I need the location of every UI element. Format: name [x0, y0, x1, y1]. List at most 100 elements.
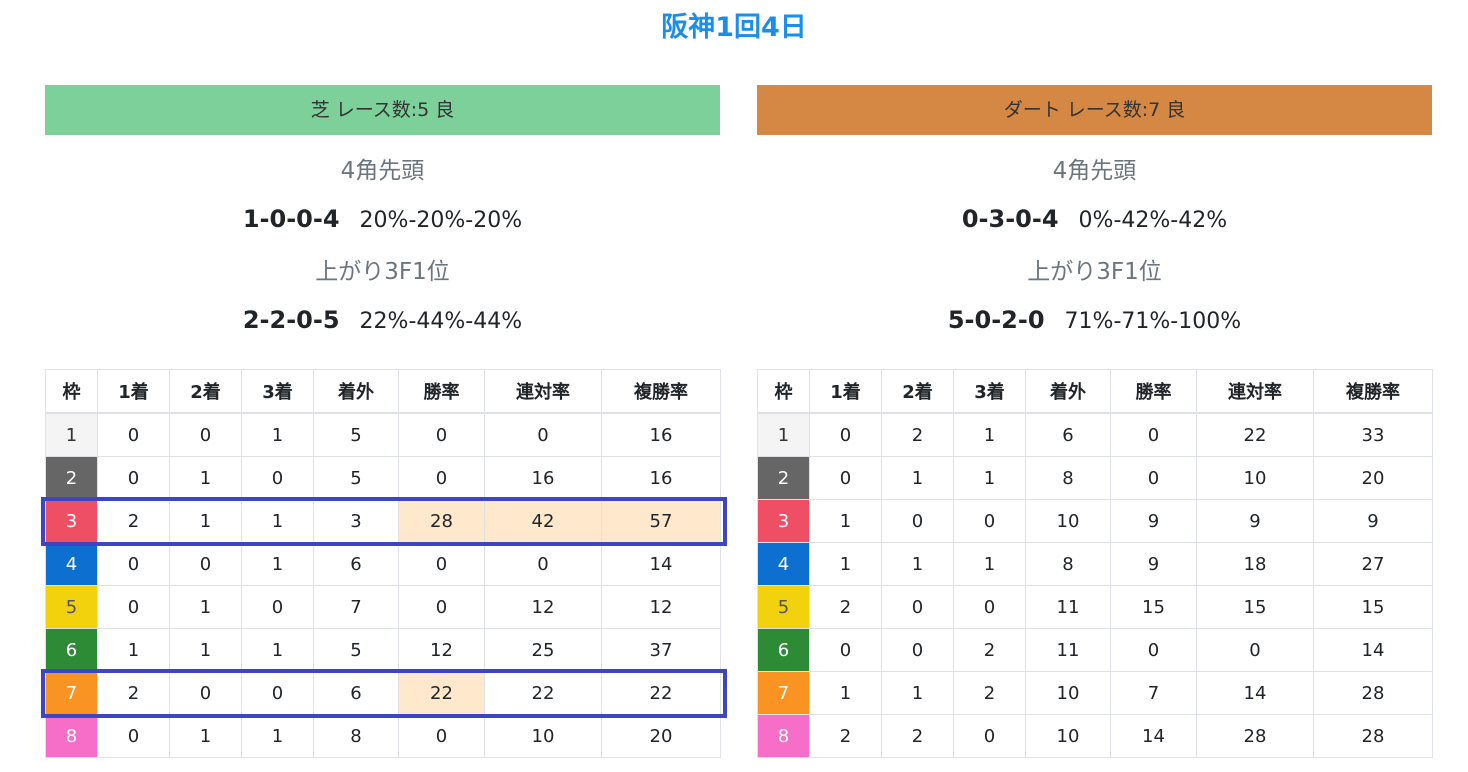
table-cell: 18 [1196, 542, 1314, 586]
table-header-row: 枠 1着 2着 3着 着外 勝率 連対率 複勝率 [757, 369, 1433, 414]
table-cell: 0 [169, 542, 242, 586]
table-cell: 1 [169, 585, 242, 629]
dirt-last3f-record: 5-0-2-0 [947, 306, 1045, 334]
table-cell: 0 [484, 412, 602, 457]
table-row: 2 0 1 0 5 0 16 16 [45, 456, 721, 500]
table-cell: 9 [1110, 499, 1197, 543]
table-cell: 20 [601, 714, 721, 758]
table-cell: 2 [809, 585, 882, 629]
table-cell: 3 [313, 499, 399, 543]
table-cell: 2 [881, 412, 954, 457]
table-cell: 1 [809, 671, 882, 715]
table-row: 1 0 0 1 5 0 0 16 [45, 412, 721, 457]
column-header: 2着 [881, 369, 954, 414]
turf-leader-heading: 4角先頭 [340, 158, 425, 184]
table-cell: 1 [97, 628, 170, 672]
waku-number-cell: 5 [757, 585, 810, 629]
table-cell: 14 [1110, 714, 1197, 758]
table-cell: 9 [1110, 542, 1197, 586]
table-cell: 20 [1313, 456, 1433, 500]
table-cell: 0 [97, 714, 170, 758]
table-cell: 0 [97, 412, 170, 457]
table-cell: 12 [601, 585, 721, 629]
table-row: 8 2 2 0 10 14 28 28 [757, 714, 1433, 758]
dirt-leader-stats: 0-3-0-4 0%-42%-42% [757, 202, 1432, 236]
table-cell: 1 [953, 456, 1026, 500]
table-cell: 8 [1025, 456, 1111, 500]
table-cell: 10 [1025, 671, 1111, 715]
table-cell: 6 [1025, 412, 1111, 457]
dirt-header: ダート レース数:7 良 [757, 85, 1432, 135]
waku-number-cell: 2 [45, 456, 98, 500]
column-header: 3着 [241, 369, 314, 414]
waku-number-cell: 3 [45, 499, 98, 543]
turf-leader-record: 1-0-0-4 [242, 205, 340, 233]
waku-number-cell: 4 [757, 542, 810, 586]
table-cell: 9 [1196, 499, 1314, 543]
table-cell: 0 [398, 585, 485, 629]
table-cell: 0 [809, 456, 882, 500]
table-row: 5 0 1 0 7 0 12 12 [45, 585, 721, 629]
table-cell: 1 [881, 671, 954, 715]
table-cell: 1 [241, 499, 314, 543]
table-cell: 0 [398, 542, 485, 586]
table-cell: 16 [601, 412, 721, 457]
table-cell: 0 [241, 456, 314, 500]
table-row: 2 0 1 1 8 0 10 20 [757, 456, 1433, 500]
waku-number-cell: 7 [45, 671, 98, 715]
table-cell: 2 [953, 671, 1026, 715]
waku-number-cell: 6 [757, 628, 810, 672]
table-cell: 11 [1025, 628, 1111, 672]
table-row: 1 0 2 1 6 0 22 33 [757, 412, 1433, 457]
table-cell: 5 [313, 412, 399, 457]
dirt-leader-record: 0-3-0-4 [961, 205, 1059, 233]
table-cell: 27 [1313, 542, 1433, 586]
table-cell: 1 [241, 628, 314, 672]
column-header: 枠 [45, 369, 98, 414]
waku-number-cell: 4 [45, 542, 98, 586]
turf-frame-table: 枠 1着 2着 3着 着外 勝率 連対率 複勝率 1 0 0 1 5 0 0 16 2 0 1 0 5 0 16 16 3 2 1… [45, 369, 721, 758]
dirt-last3f-heading: 上がり3F1位 [1027, 259, 1162, 285]
table-cell: 1 [241, 714, 314, 758]
table-cell: 8 [313, 714, 399, 758]
table-row: 8 0 1 1 8 0 10 20 [45, 714, 721, 758]
table-row: 7 2 0 0 6 22 22 22 [45, 671, 721, 715]
table-cell: 1 [953, 542, 1026, 586]
table-cell: 2 [881, 714, 954, 758]
table-cell: 5 [313, 628, 399, 672]
waku-number-cell: 3 [757, 499, 810, 543]
table-cell: 1 [169, 499, 242, 543]
table-cell: 0 [953, 585, 1026, 629]
table-cell: 14 [601, 542, 721, 586]
table-cell: 15 [1196, 585, 1314, 629]
table-cell: 1 [809, 542, 882, 586]
dirt-frame-table: 枠 1着 2着 3着 着外 勝率 連対率 複勝率 1 0 2 1 6 0 22 33 2 0 1 1 8 0 10 20 3 1… [757, 369, 1433, 758]
table-cell: 0 [484, 542, 602, 586]
table-row: 7 1 1 2 10 7 14 28 [757, 671, 1433, 715]
table-cell: 7 [313, 585, 399, 629]
turf-last3f-heading: 上がり3F1位 [315, 259, 450, 285]
table-cell: 0 [953, 714, 1026, 758]
waku-number-cell: 1 [45, 412, 98, 457]
table-cell: 22 [398, 671, 485, 715]
table-row: 4 0 0 1 6 0 0 14 [45, 542, 721, 586]
table-cell: 0 [241, 671, 314, 715]
waku-number-cell: 6 [45, 628, 98, 672]
table-cell: 0 [97, 585, 170, 629]
dirt-leader-heading: 4角先頭 [1052, 158, 1137, 184]
table-cell: 2 [953, 628, 1026, 672]
table-cell: 0 [241, 585, 314, 629]
table-cell: 12 [484, 585, 602, 629]
table-cell: 12 [398, 628, 485, 672]
column-header: 連対率 [1196, 369, 1314, 414]
table-cell: 7 [1110, 671, 1197, 715]
turf-leader-rates: 20%-20%-20% [359, 208, 523, 233]
column-header: 着外 [1025, 369, 1111, 414]
table-cell: 22 [601, 671, 721, 715]
table-row: 5 2 0 0 11 15 15 15 [757, 585, 1433, 629]
table-cell: 1 [169, 628, 242, 672]
table-cell: 14 [1196, 671, 1314, 715]
table-cell: 42 [484, 499, 602, 543]
table-cell: 16 [601, 456, 721, 500]
table-cell: 16 [484, 456, 602, 500]
